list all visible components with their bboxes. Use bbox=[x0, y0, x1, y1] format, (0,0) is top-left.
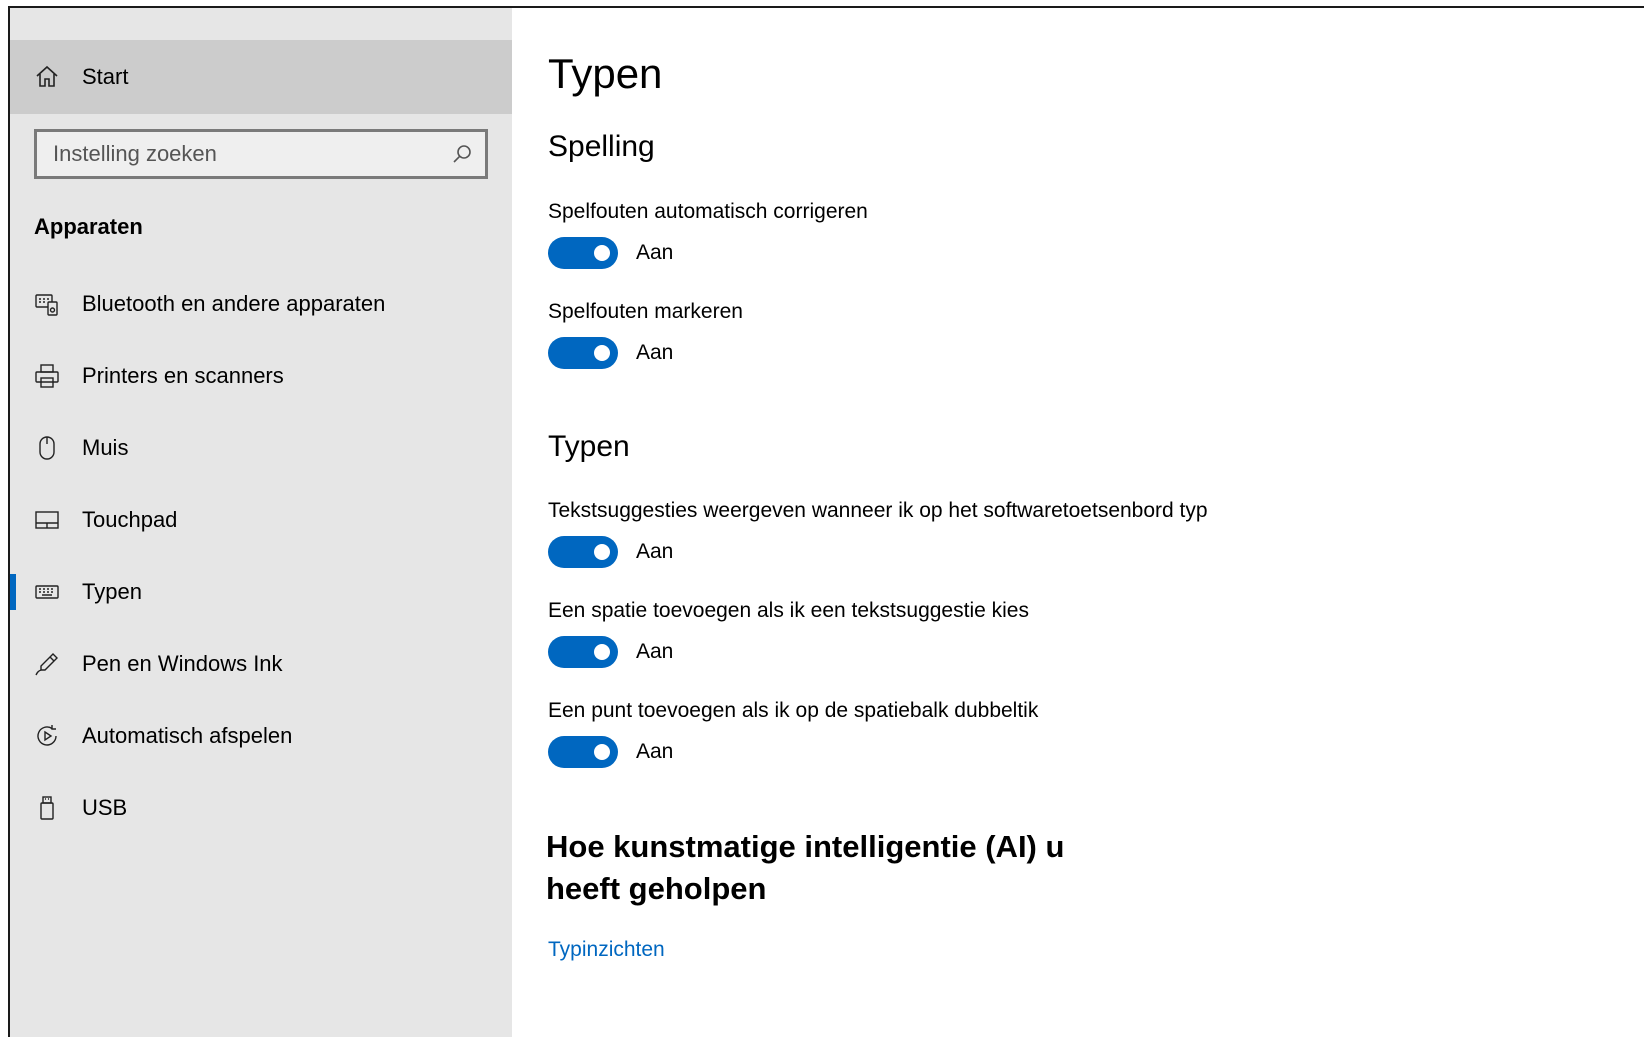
search-input[interactable] bbox=[53, 141, 451, 167]
toggle-switch[interactable] bbox=[548, 736, 618, 768]
setting-label-double-tap-period: Een punt toevoegen als ik op de spatieba… bbox=[548, 699, 1039, 722]
sidebar-item-label: Automatisch afspelen bbox=[82, 723, 293, 748]
mouse-icon bbox=[34, 435, 60, 461]
sidebar-item-label: Bluetooth en andere apparaten bbox=[82, 291, 386, 316]
sidebar-item-label: Printers en scanners bbox=[82, 363, 284, 388]
toggle-knob bbox=[594, 544, 610, 560]
typing-insights-link[interactable]: Typinzichten bbox=[548, 938, 665, 962]
toggle-state-label: Aan bbox=[636, 241, 674, 264]
sidebar-item-autoplay[interactable]: Automatisch afspelen bbox=[10, 708, 512, 764]
toggle-switch[interactable] bbox=[548, 237, 618, 269]
sidebar-item-pen[interactable]: Pen en Windows Ink bbox=[10, 636, 512, 692]
toggle-state-label: Aan bbox=[636, 740, 674, 763]
search-icon[interactable] bbox=[451, 143, 473, 165]
autoplay-icon bbox=[34, 723, 60, 749]
main-content: Typen Spelling Spelfouten automatisch co… bbox=[512, 8, 1644, 1037]
search-field[interactable] bbox=[34, 129, 488, 179]
sidebar-item-printers[interactable]: Printers en scanners bbox=[10, 348, 512, 404]
toggle-double-tap-period[interactable]: Aan bbox=[548, 736, 673, 768]
sidebar-item-bluetooth[interactable]: Bluetooth en andere apparaten bbox=[10, 276, 512, 332]
toggle-knob bbox=[594, 245, 610, 261]
toggle-knob bbox=[594, 345, 610, 361]
sidebar-item-label: Typen bbox=[82, 579, 142, 604]
section-heading-typing: Typen bbox=[548, 430, 630, 463]
toggle-switch[interactable] bbox=[548, 337, 618, 369]
page-title: Typen bbox=[548, 50, 663, 97]
setting-label-highlight-misspelled: Spelfouten markeren bbox=[548, 300, 743, 323]
home-label: Start bbox=[82, 64, 129, 89]
home-icon bbox=[34, 64, 60, 90]
toggle-add-space[interactable]: Aan bbox=[548, 636, 673, 668]
sidebar-item-label: Touchpad bbox=[82, 507, 178, 532]
sidebar-item-usb[interactable]: USB bbox=[10, 780, 512, 836]
pen-icon bbox=[34, 651, 60, 677]
toggle-knob bbox=[594, 744, 610, 760]
setting-label-text-suggestions: Tekstsuggesties weergeven wanneer ik op … bbox=[548, 499, 1208, 522]
printer-icon bbox=[34, 363, 60, 389]
sidebar-item-mouse[interactable]: Muis bbox=[10, 420, 512, 476]
setting-label-add-space: Een spatie toevoegen als ik een tekstsug… bbox=[548, 599, 1029, 622]
sidebar-item-label: Muis bbox=[82, 435, 129, 460]
toggle-switch[interactable] bbox=[548, 536, 618, 568]
settings-window: Start Apparaten Bluetooth en a bbox=[8, 6, 1644, 1037]
sidebar-item-touchpad[interactable]: Touchpad bbox=[10, 492, 512, 548]
sidebar-item-label: USB bbox=[82, 795, 128, 820]
sidebar-item-label: Pen en Windows Ink bbox=[82, 651, 283, 676]
home-button[interactable]: Start bbox=[10, 40, 512, 114]
toggle-text-suggestions[interactable]: Aan bbox=[548, 536, 673, 568]
toggle-autocorrect[interactable]: Aan bbox=[548, 237, 673, 269]
toggle-state-label: Aan bbox=[636, 640, 674, 663]
toggle-state-label: Aan bbox=[636, 341, 674, 364]
section-heading-ai: Hoe kunstmatige intelligentie (AI) u hee… bbox=[546, 829, 1065, 906]
toggle-highlight-misspelled[interactable]: Aan bbox=[548, 337, 673, 369]
setting-label-autocorrect: Spelfouten automatisch corrigeren bbox=[548, 200, 868, 223]
keyboard-icon bbox=[34, 579, 60, 605]
touchpad-icon bbox=[34, 507, 60, 533]
category-heading: Apparaten bbox=[34, 214, 143, 239]
toggle-switch[interactable] bbox=[548, 636, 618, 668]
sidebar: Start Apparaten Bluetooth en a bbox=[10, 8, 512, 1037]
toggle-state-label: Aan bbox=[636, 540, 674, 563]
usb-icon bbox=[34, 795, 60, 821]
sidebar-item-typing[interactable]: Typen bbox=[10, 564, 512, 620]
bluetooth-devices-icon bbox=[34, 291, 60, 317]
section-heading-spelling: Spelling bbox=[548, 130, 655, 163]
toggle-knob bbox=[594, 644, 610, 660]
